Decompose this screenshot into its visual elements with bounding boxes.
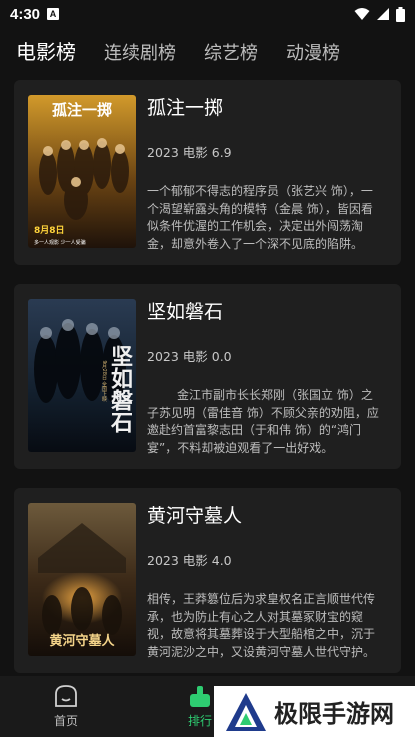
item-meta: 2023 电影 4.0 bbox=[147, 553, 232, 568]
poster-image: 黄河守墓人 bbox=[28, 503, 136, 656]
home-icon bbox=[55, 685, 77, 707]
ranking-icon bbox=[190, 686, 210, 707]
signal-icon bbox=[377, 8, 389, 20]
item-description: 金江市副市长长郑刚（张国立 饰）之子苏见明（雷佳音 饰）不顾父亲的劝阻，应邀赴约… bbox=[147, 388, 379, 455]
poster-image: 坚如磐石 9月28日 全国上映 bbox=[28, 299, 136, 452]
list-item[interactable]: 孤注一掷 8月8日 多一人观影 少一人受骗 孤注一掷 2023 电影 6.9 一… bbox=[14, 80, 401, 265]
item-description: 一个郁郁不得志的程序员（张艺兴 饰），一个渴望崭露头角的模特（金晨 饰），皆因看… bbox=[147, 184, 373, 251]
status-time: 4:30 bbox=[10, 5, 41, 23]
poster-title-text: 黄河守墓人 bbox=[49, 633, 115, 649]
watermark-logo-icon bbox=[226, 692, 266, 731]
system-icons bbox=[354, 6, 405, 22]
ranking-list: 孤注一掷 8月8日 多一人观影 少一人受骗 孤注一掷 2023 电影 6.9 一… bbox=[14, 80, 401, 722]
item-meta: 2023 电影 6.9 bbox=[147, 145, 232, 160]
status-bar: 4:30 A bbox=[0, 0, 415, 28]
item-meta: 2023 电影 0.0 bbox=[147, 349, 232, 364]
nav-home[interactable]: 首页 bbox=[54, 684, 78, 729]
tab-anime[interactable]: 动漫榜 bbox=[286, 39, 340, 65]
battery-icon bbox=[396, 6, 405, 22]
tab-variety[interactable]: 综艺榜 bbox=[204, 39, 258, 65]
poster-subtitle-text: 9月28日 全国上映 bbox=[101, 360, 107, 403]
poster-date-text: 8月8日 bbox=[34, 225, 65, 236]
list-item[interactable]: 黄河守墓人 黄河守墓人 2023 电影 4.0 相传，王莽篡位后为求皇权名正言顺… bbox=[14, 488, 401, 673]
poster-image: 孤注一掷 8月8日 多一人观影 少一人受骗 bbox=[28, 95, 136, 248]
nav-home-label: 首页 bbox=[54, 714, 79, 728]
item-title: 坚如磐石 bbox=[147, 301, 224, 323]
category-tabs: 电影榜 连续剧榜 综艺榜 动漫榜 bbox=[16, 36, 340, 65]
item-title: 孤注一掷 bbox=[147, 97, 224, 119]
list-item[interactable]: 坚如磐石 9月28日 全国上映 坚如磐石 2023 电影 0.0 金江市副市长长… bbox=[14, 284, 401, 469]
nav-ranking[interactable]: 排行 bbox=[188, 684, 212, 729]
watermark-text: 极限手游网 bbox=[274, 699, 394, 728]
wifi-icon bbox=[354, 8, 370, 20]
tab-series[interactable]: 连续剧榜 bbox=[104, 39, 176, 65]
watermark-banner: 极限手游网 bbox=[214, 686, 415, 737]
item-description: 相传，王莽篡位后为求皇权名正言顺世代传承，也为防止有心之人对其墓冢财宝的窥视，故… bbox=[147, 592, 376, 659]
notification-a-icon: A bbox=[47, 8, 60, 20]
nav-ranking-label: 排行 bbox=[188, 714, 213, 728]
item-title: 黄河守墓人 bbox=[147, 505, 243, 527]
tab-movie[interactable]: 电影榜 bbox=[16, 36, 76, 65]
poster-title-text: 孤注一掷 bbox=[52, 101, 112, 119]
poster-title-text: 坚如磐石 bbox=[107, 345, 134, 433]
poster-tagline-text: 多一人观影 少一人受骗 bbox=[34, 239, 86, 246]
